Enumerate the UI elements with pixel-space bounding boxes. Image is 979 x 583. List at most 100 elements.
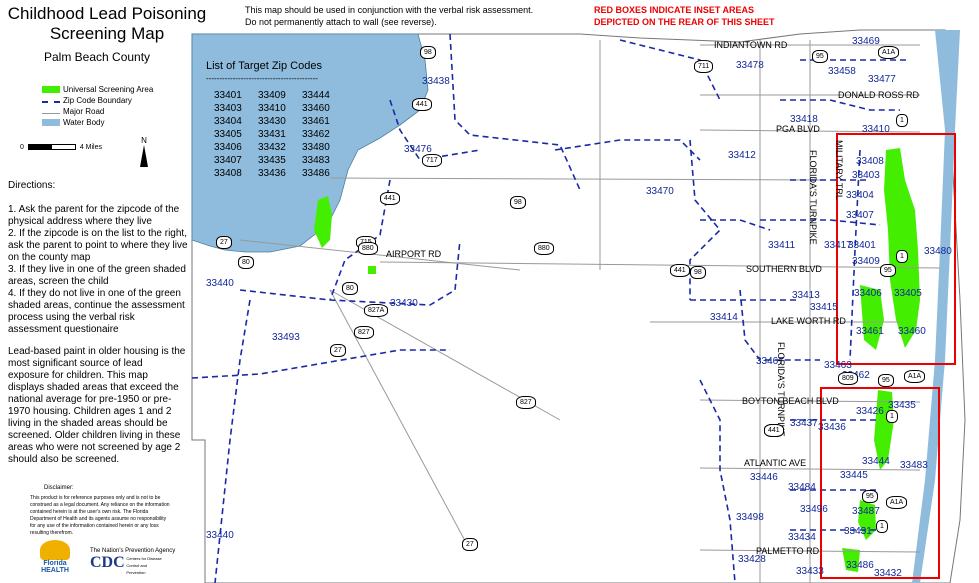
target-zip-code: 33435: [258, 155, 286, 166]
route-shield-icon: A1A: [878, 46, 900, 59]
zip-label: 33426: [856, 406, 884, 417]
route-shield-icon: 95: [862, 490, 878, 503]
zip-label: 33470: [646, 186, 674, 197]
heading-rule: ----------------------------------------…: [206, 74, 318, 83]
zip-label: 33409: [852, 256, 880, 267]
target-zip-list: List of Target Zip Codes ---------------…: [206, 60, 346, 180]
route-shield-icon: 1: [876, 520, 888, 533]
target-zip-code: 33404: [214, 116, 242, 127]
zip-label: 33445: [840, 470, 868, 481]
route-shield-icon: 1: [896, 114, 908, 127]
target-zip-code: 33406: [214, 142, 242, 153]
road-label: FLORIDA'S TURNPIKE: [776, 342, 786, 437]
route-shield-icon: A1A: [904, 370, 926, 383]
target-zip-code: 33461: [302, 116, 330, 127]
route-shield-icon: 1: [896, 250, 908, 263]
zip-label: 33411: [768, 240, 796, 251]
florida-health-logo: Florida HEALTH: [34, 540, 76, 580]
scale-bar: 0 4 Miles: [20, 144, 103, 151]
legend-item: Zip Code Boundary: [42, 95, 153, 106]
route-shield-icon: 827A: [364, 304, 389, 317]
route-shield-icon: 441: [380, 192, 400, 205]
route-shield-icon: 27: [330, 344, 346, 357]
target-zip-heading: List of Target Zip Codes: [206, 60, 322, 72]
target-zip-code: 33405: [214, 129, 242, 140]
route-shield-icon: 441: [670, 264, 690, 277]
legend-item: Water Body: [42, 117, 153, 128]
target-zip-code: 33460: [302, 103, 330, 114]
target-zip-code: 33432: [258, 142, 286, 153]
dashed-line-icon: [42, 101, 60, 103]
usage-note: This map should be used in conjunction w…: [245, 5, 534, 27]
zip-label: 33436: [818, 422, 846, 433]
route-shield-icon: 95: [880, 264, 896, 277]
route-shield-icon: 80: [342, 282, 358, 295]
zip-label: 33407: [846, 210, 874, 221]
target-zip-code: 33436: [258, 168, 286, 179]
route-shield-icon: 827: [354, 326, 374, 339]
route-shield-icon: 98: [510, 196, 526, 209]
zip-label: 33469: [852, 36, 880, 47]
route-shield-icon: 95: [878, 374, 894, 387]
target-zip-code: 33409: [258, 90, 286, 101]
target-zip-code: 33410: [258, 103, 286, 114]
route-shield-icon: 1: [886, 410, 898, 423]
route-shield-icon: 711: [694, 60, 714, 73]
zip-label: 33478: [736, 60, 764, 71]
zip-label: 33434: [788, 532, 816, 543]
zip-label: 33408: [856, 156, 884, 167]
route-shield-icon: 441: [412, 98, 432, 111]
target-zip-grid: 33401 33409 33444 33403 33410 33460 33404 33430…: [214, 89, 346, 180]
road-label: LAKE WORTH RD: [771, 316, 846, 326]
zip-label: 33438: [422, 76, 450, 87]
route-shield-icon: 98: [420, 46, 436, 59]
legend: Universal Screening Area Zip Code Bounda…: [42, 84, 153, 128]
route-shield-icon: 27: [216, 236, 232, 249]
zip-label: 33498: [736, 512, 764, 523]
zip-label: 33437: [790, 418, 818, 429]
zip-label: 33460: [898, 326, 926, 337]
target-zip-code: 33430: [258, 116, 286, 127]
disclaimer: This product is for reference purposes o…: [30, 495, 170, 536]
zip-label: 33458: [828, 66, 856, 77]
zip-label: 33410: [862, 124, 890, 135]
target-zip-code: 33401: [214, 90, 242, 101]
target-zip-code: 33408: [214, 168, 242, 179]
zip-label: 33446: [750, 472, 778, 483]
zip-label: 33433: [796, 566, 824, 577]
road-label: ATLANTIC AVE: [744, 458, 807, 468]
zip-label: 33431: [844, 526, 872, 537]
zip-label: 33401: [848, 240, 876, 251]
target-zip-code: 33403: [214, 103, 242, 114]
zip-label: 33493: [272, 332, 300, 343]
legend-item: Major Road: [42, 106, 153, 117]
route-shield-icon: 880: [358, 242, 378, 255]
route-shield-icon: 827: [516, 396, 536, 409]
inset-note: RED BOXES INDICATE INSET AREAS DEPICTED …: [594, 5, 775, 27]
county-name: Palm Beach County: [44, 50, 151, 64]
zip-label: 33440: [206, 530, 234, 541]
route-shield-icon: 98: [690, 266, 706, 279]
road-label: DONALD ROSS RD: [838, 90, 920, 100]
zip-label: 33414: [710, 312, 738, 323]
road-label: AIRPORT RD: [386, 249, 442, 259]
route-shield-icon: 441: [764, 424, 784, 437]
zip-label: 33404: [846, 190, 874, 201]
zip-label: 33415: [810, 302, 838, 313]
zip-label: 33405: [894, 288, 922, 299]
target-zip-code: 33480: [302, 142, 330, 153]
target-zip-code: 33462: [302, 129, 330, 140]
route-shield-icon: 880: [534, 242, 554, 255]
route-shield-icon: A1A: [886, 496, 908, 509]
road-label: MILITARY TRL: [834, 140, 844, 200]
zip-label: 33487: [852, 506, 880, 517]
route-shield-icon: 809: [838, 372, 858, 385]
zip-label: 33413: [792, 290, 820, 301]
route-shield-icon: 717: [422, 154, 442, 167]
target-zip-code: 33407: [214, 155, 242, 166]
route-shield-icon: 27: [462, 538, 478, 551]
target-zip-code: 33483: [302, 155, 330, 166]
road-label: INDIANTOWN RD: [714, 40, 788, 50]
road-label: PALMETTO RD: [756, 546, 820, 556]
road-label: FLORIDA'S TURNPIKE: [808, 150, 818, 245]
